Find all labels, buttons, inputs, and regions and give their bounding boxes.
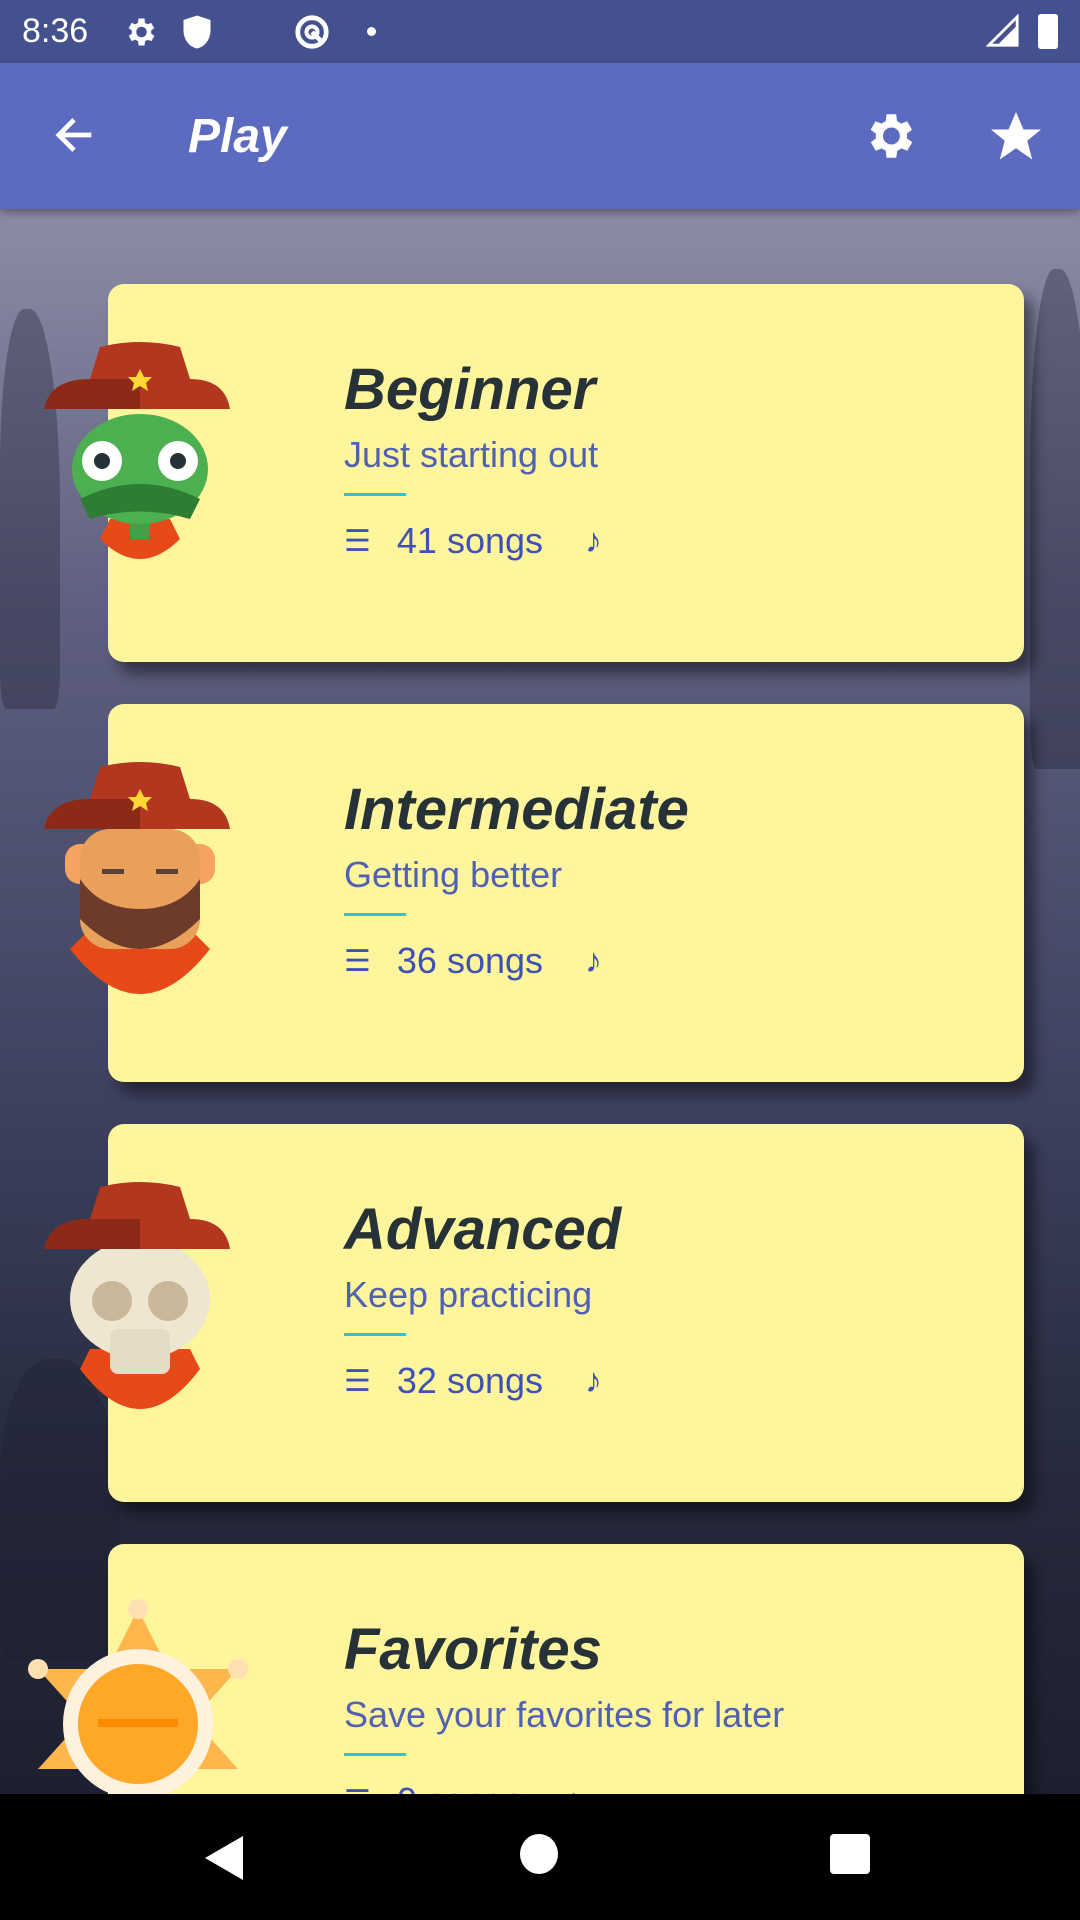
star-icon[interactable]	[986, 107, 1046, 167]
song-count: 0 songs	[397, 1780, 523, 1794]
vpn-icon	[295, 15, 329, 49]
nav-recents-icon[interactable]	[830, 1834, 870, 1874]
battery-icon	[1038, 14, 1058, 49]
status-time: 8:36	[22, 12, 89, 50]
level-subtitle: Getting better	[344, 854, 563, 895]
level-card-intermediate[interactable]: Intermediate Getting better ☰ 36 songs ♪	[108, 704, 1024, 1082]
system-nav-bar	[0, 1794, 1080, 1920]
song-count: 36 songs	[396, 940, 544, 981]
settings-icon[interactable]	[860, 107, 918, 165]
level-list[interactable]: Beginner Just starting out ☰ 41 songs ♪ In…	[0, 209, 1080, 1794]
list-icon: ☰	[344, 1784, 371, 1795]
level-card-advanced[interactable]: Advanced Keep practicing ☰ 32 songs ♪	[108, 1124, 1024, 1502]
skeleton-cowboy-avatar	[44, 1182, 230, 1409]
song-count: 32 songs	[396, 1360, 544, 1401]
level-title: Beginner	[344, 357, 596, 422]
nav-home-icon[interactable]	[520, 1834, 558, 1874]
level-title: Intermediate	[344, 777, 689, 842]
page-title: Play	[188, 110, 287, 163]
nav-back-icon[interactable]	[205, 1836, 245, 1880]
app-bar: Play	[0, 63, 1080, 209]
music-note-icon: ♪	[585, 521, 603, 560]
list-icon: ☰	[344, 524, 371, 558]
shield-icon	[183, 15, 211, 49]
sheriff-badge-avatar	[28, 1599, 248, 1794]
settings-icon	[128, 18, 155, 46]
dot-icon	[367, 27, 376, 36]
level-subtitle: Save your favorites for later	[344, 1694, 785, 1735]
song-count: 41 songs	[396, 520, 544, 561]
music-note-icon: ♪	[585, 941, 603, 980]
divider	[344, 913, 406, 916]
list-icon: ☰	[344, 1364, 371, 1398]
level-card-beginner[interactable]: Beginner Just starting out ☰ 41 songs ♪	[108, 284, 1024, 662]
level-subtitle: Just starting out	[344, 434, 599, 475]
music-note-icon: ♪	[585, 1361, 603, 1400]
divider	[344, 1333, 406, 1336]
music-note-icon: ♪	[565, 1782, 582, 1795]
status-bar: 8:36	[0, 0, 1080, 63]
level-title: Favorites	[344, 1617, 602, 1682]
bearded-cowboy-avatar	[44, 762, 230, 994]
level-title: Advanced	[344, 1197, 622, 1262]
level-subtitle: Keep practicing	[344, 1274, 593, 1315]
arrow-back-icon[interactable]	[48, 109, 100, 161]
divider	[344, 1753, 406, 1756]
divider	[344, 493, 406, 496]
signal-icon	[986, 14, 1019, 47]
list-icon: ☰	[344, 944, 371, 978]
zombie-cowboy-avatar	[44, 342, 230, 559]
